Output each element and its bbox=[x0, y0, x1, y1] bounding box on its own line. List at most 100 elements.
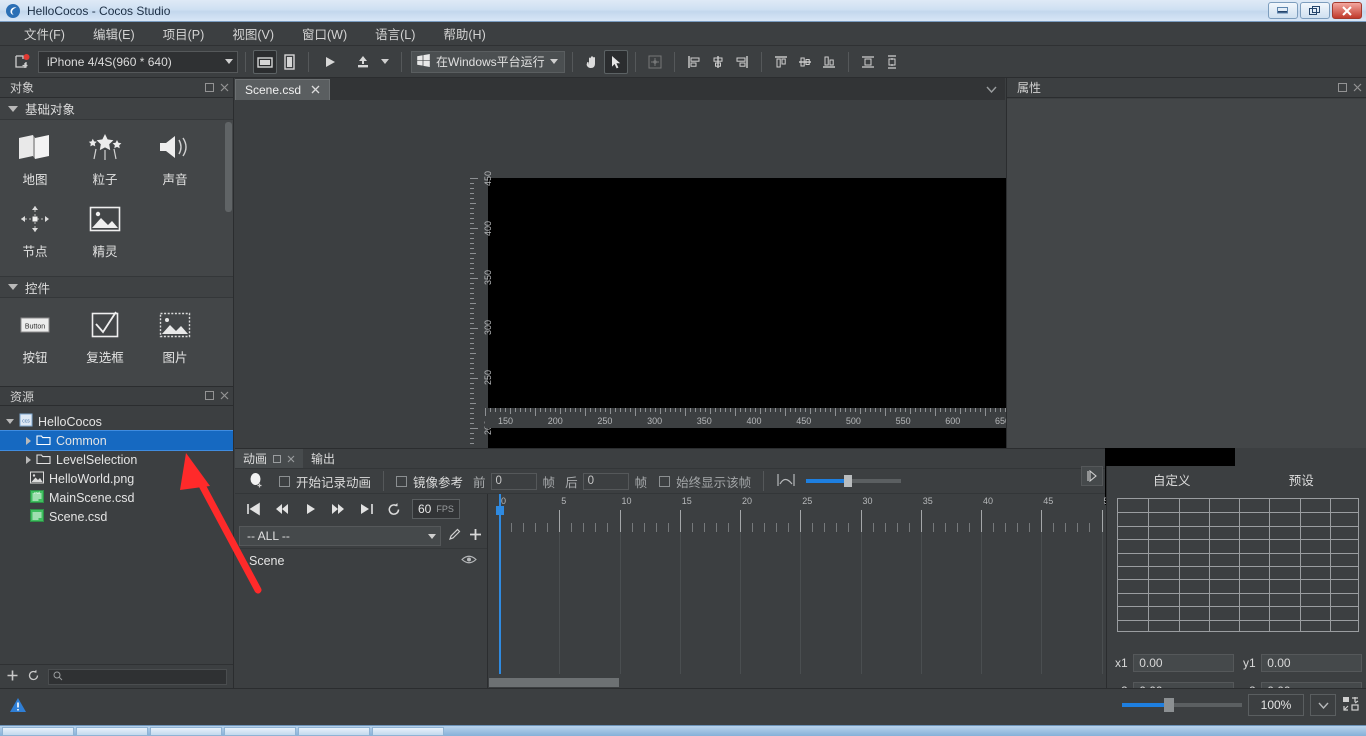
align-vertical-center-button[interactable] bbox=[793, 50, 817, 74]
orientation-landscape-button[interactable] bbox=[253, 49, 277, 74]
close-panel-icon[interactable] bbox=[220, 389, 229, 403]
playhead-handle[interactable] bbox=[496, 506, 504, 515]
float-panel-icon[interactable] bbox=[1338, 81, 1347, 95]
distribute-vertical-button[interactable] bbox=[880, 50, 904, 74]
object-item-button[interactable]: Button 按钮 bbox=[0, 306, 70, 366]
chevron-down-icon[interactable] bbox=[6, 419, 14, 424]
timeline-playhead[interactable] bbox=[499, 494, 501, 674]
taskbar-item[interactable] bbox=[372, 726, 444, 736]
skip-first-button[interactable] bbox=[240, 498, 268, 520]
eye-icon[interactable] bbox=[461, 554, 477, 568]
taskbar-item[interactable] bbox=[2, 726, 74, 736]
align-top-button[interactable] bbox=[769, 50, 793, 74]
close-panel-icon[interactable] bbox=[1353, 81, 1362, 95]
close-panel-icon[interactable] bbox=[220, 81, 229, 95]
loop-button[interactable] bbox=[380, 498, 408, 520]
onion-skin-checkbox[interactable]: 镜像参考 bbox=[396, 472, 463, 491]
tree-item-mainscene-csd[interactable]: csd MainScene.csd bbox=[0, 488, 233, 507]
plus-icon[interactable] bbox=[468, 527, 483, 545]
menu-project[interactable]: 项目(P) bbox=[149, 21, 219, 46]
timeline-zoom-slider[interactable] bbox=[806, 475, 902, 487]
platform-selector[interactable]: 在Windows平台运行 bbox=[411, 50, 565, 73]
pointer-tool-button[interactable] bbox=[603, 49, 628, 74]
refresh-icon[interactable] bbox=[27, 669, 40, 685]
tab-dropdown-icon[interactable] bbox=[986, 82, 997, 96]
warning-icon[interactable] bbox=[9, 697, 27, 717]
always-show-frame-checkbox[interactable]: 始终显示该帧 bbox=[659, 472, 751, 491]
chevron-right-icon[interactable] bbox=[26, 436, 31, 445]
taskbar-item[interactable] bbox=[224, 726, 296, 736]
tree-item-hellocos[interactable]: ccs HelloCocos bbox=[0, 412, 233, 431]
align-right-button[interactable] bbox=[730, 50, 754, 74]
curve-editor-grid[interactable] bbox=[1117, 498, 1359, 632]
group-widgets[interactable]: 控件 bbox=[0, 276, 233, 298]
close-button[interactable] bbox=[1332, 2, 1362, 19]
skip-last-button[interactable] bbox=[352, 498, 380, 520]
taskbar-item[interactable] bbox=[76, 726, 148, 736]
menu-edit[interactable]: 编辑(E) bbox=[79, 21, 149, 46]
new-document-icon[interactable] bbox=[10, 50, 34, 74]
group-basic-objects[interactable]: 基础对象 bbox=[0, 98, 233, 120]
menu-file[interactable]: 文件(F) bbox=[10, 21, 79, 46]
float-panel-icon[interactable] bbox=[273, 452, 282, 466]
timeline-ruler[interactable]: 05101520253035404550 bbox=[489, 494, 1115, 532]
taskbar-item[interactable] bbox=[298, 726, 370, 736]
object-item-checkbox[interactable]: 复选框 bbox=[70, 306, 140, 366]
orientation-portrait-button[interactable] bbox=[277, 50, 301, 74]
object-item-tilemap[interactable]: 地图 bbox=[0, 128, 70, 188]
distribute-horizontal-button[interactable] bbox=[856, 50, 880, 74]
fit-to-screen-icon[interactable] bbox=[1342, 696, 1360, 715]
record-animation-checkbox[interactable]: 开始记录动画 bbox=[279, 472, 371, 491]
transform-icon[interactable] bbox=[643, 50, 667, 74]
menu-help[interactable]: 帮助(H) bbox=[429, 21, 499, 46]
tab-preset-curve[interactable]: 预设 bbox=[1237, 470, 1366, 489]
float-panel-icon[interactable] bbox=[205, 81, 214, 95]
expand-right-button[interactable] bbox=[1081, 466, 1103, 486]
object-item-image[interactable]: 图片 bbox=[140, 306, 210, 366]
hand-tool-button[interactable] bbox=[580, 50, 604, 74]
object-item-sprite[interactable]: 精灵 bbox=[70, 200, 140, 260]
chevron-right-icon[interactable] bbox=[26, 455, 31, 464]
object-item-audio[interactable]: 声音 bbox=[140, 128, 210, 188]
add-icon[interactable] bbox=[6, 669, 19, 685]
onion-after-input[interactable]: 0 bbox=[582, 472, 629, 490]
close-panel-icon[interactable] bbox=[287, 452, 295, 466]
curve-icon[interactable] bbox=[776, 472, 796, 491]
align-bottom-button[interactable] bbox=[817, 50, 841, 74]
onion-before-input[interactable]: 0 bbox=[490, 472, 537, 490]
timeline-hscrollbar[interactable] bbox=[489, 678, 619, 687]
menu-view[interactable]: 视图(V) bbox=[218, 21, 288, 46]
search-input[interactable] bbox=[48, 668, 227, 685]
pencil-icon[interactable] bbox=[447, 527, 462, 545]
fps-field[interactable]: 60 FPS bbox=[412, 499, 460, 519]
align-horizontal-center-button[interactable] bbox=[706, 50, 730, 74]
publish-button[interactable] bbox=[350, 50, 376, 74]
play-button[interactable] bbox=[316, 50, 344, 74]
tab-custom-curve[interactable]: 自定义 bbox=[1107, 470, 1237, 489]
tree-item-helloworld-png[interactable]: HelloWorld.png bbox=[0, 469, 233, 488]
record-icon[interactable] bbox=[247, 471, 267, 492]
object-item-node[interactable]: 节点 bbox=[0, 200, 70, 260]
timeline-node-row-scene[interactable]: Scene bbox=[235, 548, 487, 572]
align-left-button[interactable] bbox=[682, 50, 706, 74]
zoom-slider[interactable] bbox=[1122, 698, 1242, 712]
tree-item-levelselection[interactable]: LevelSelection bbox=[0, 450, 233, 469]
minimize-button[interactable] bbox=[1268, 2, 1298, 19]
object-item-particle[interactable]: 粒子 bbox=[70, 128, 140, 188]
device-selector[interactable]: iPhone 4/4S(960 * 640) bbox=[38, 50, 238, 73]
x1-input[interactable]: 0.00 bbox=[1133, 654, 1234, 672]
zoom-dropdown-button[interactable] bbox=[1310, 694, 1336, 716]
publish-dropdown-button[interactable] bbox=[376, 50, 394, 74]
timeline-grid[interactable] bbox=[489, 532, 1105, 674]
play-button[interactable] bbox=[296, 498, 324, 520]
tab-animation[interactable]: 动画 bbox=[235, 449, 304, 468]
y1-input[interactable]: 0.00 bbox=[1261, 654, 1362, 672]
restore-button[interactable] bbox=[1300, 2, 1330, 19]
document-tab-scene[interactable]: Scene.csd bbox=[235, 79, 331, 100]
step-back-button[interactable] bbox=[268, 498, 296, 520]
zoom-value[interactable]: 100% bbox=[1248, 694, 1304, 716]
tab-output[interactable]: 输出 bbox=[303, 449, 343, 468]
float-panel-icon[interactable] bbox=[205, 389, 214, 403]
step-forward-button[interactable] bbox=[324, 498, 352, 520]
tree-item-common[interactable]: Common bbox=[0, 430, 233, 451]
